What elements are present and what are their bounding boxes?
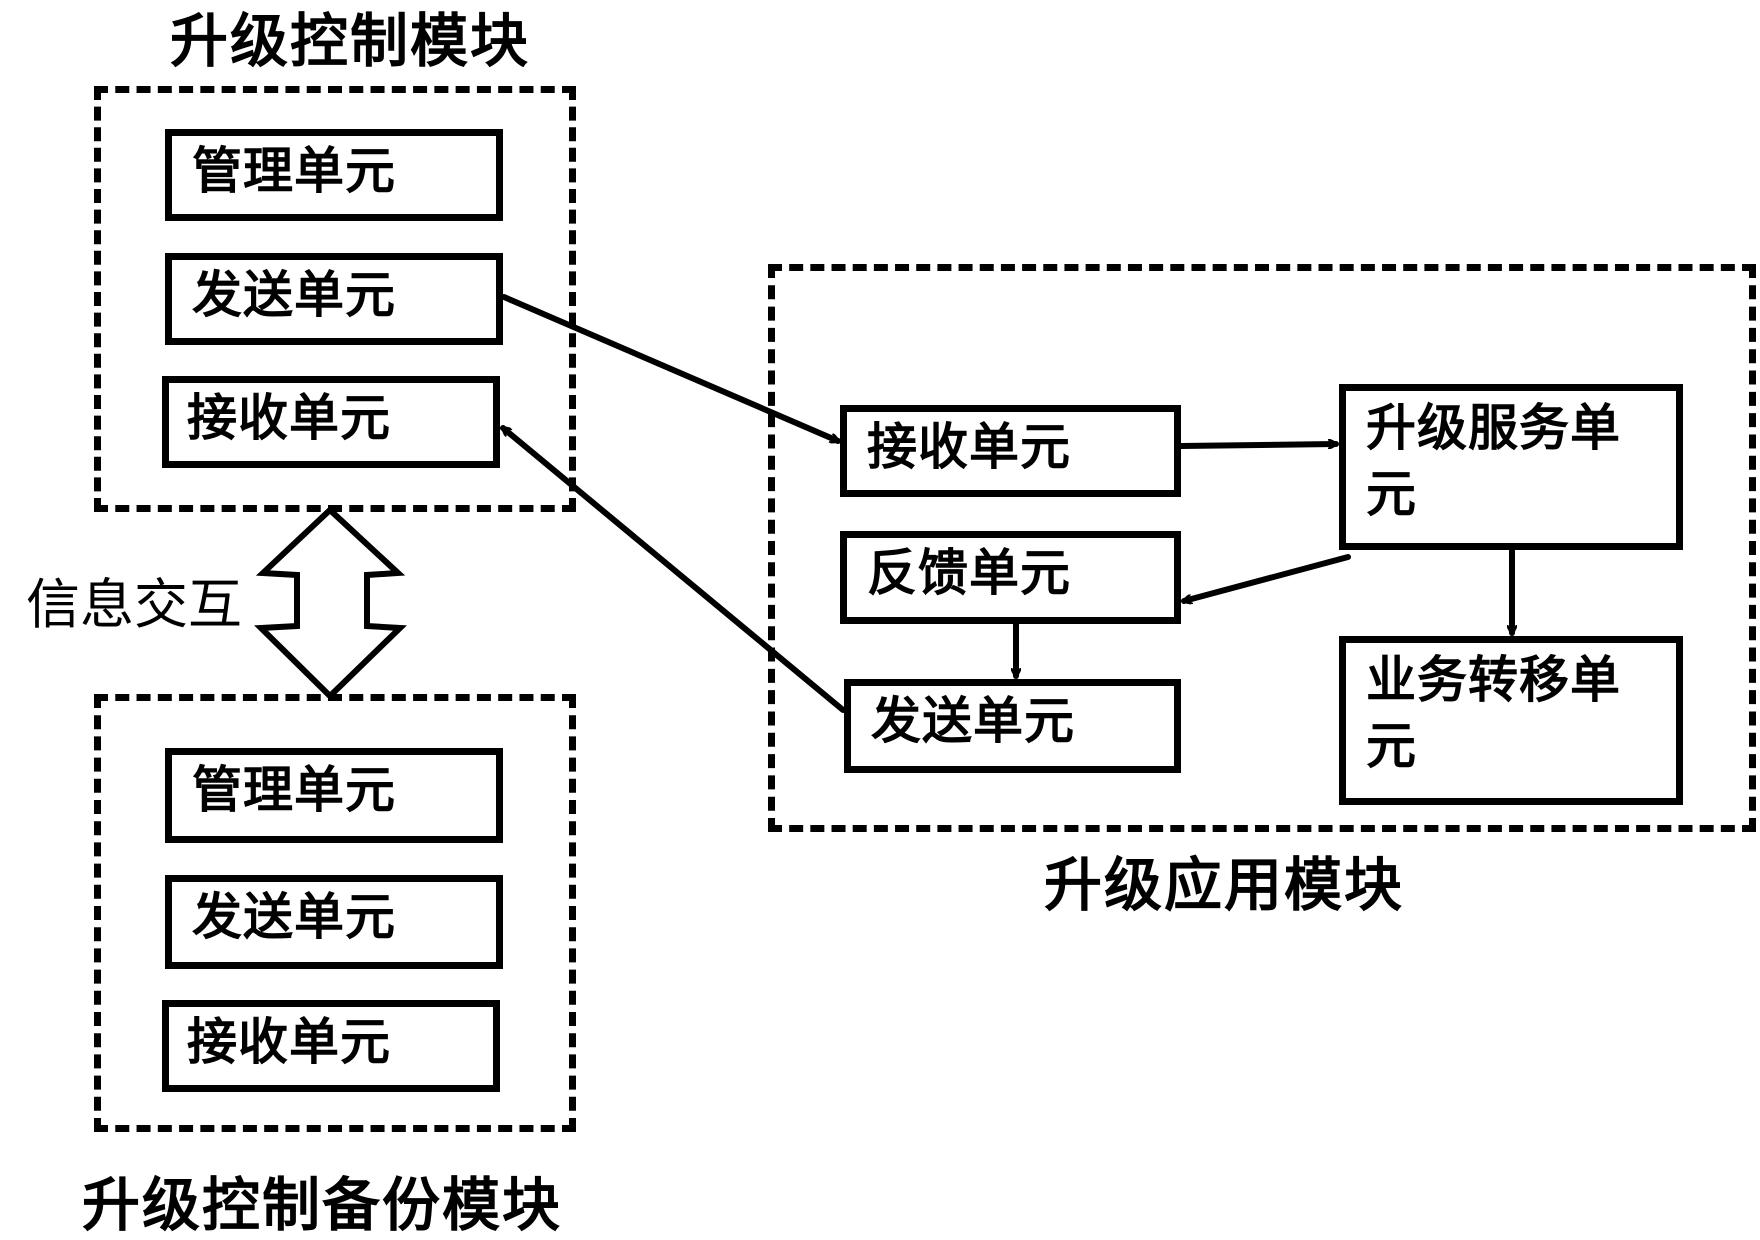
arrow-control-send-to-app-receive [501, 294, 838, 444]
arrow-receive-to-upgrade-service [1178, 444, 1339, 446]
connector-layer [254, 294, 1760, 713]
bidirectional-interaction-arrow [254, 505, 407, 701]
arrow-app-send-to-control-receive [503, 425, 846, 713]
arrow-upgrade-service-to-feedback [1184, 554, 1351, 601]
